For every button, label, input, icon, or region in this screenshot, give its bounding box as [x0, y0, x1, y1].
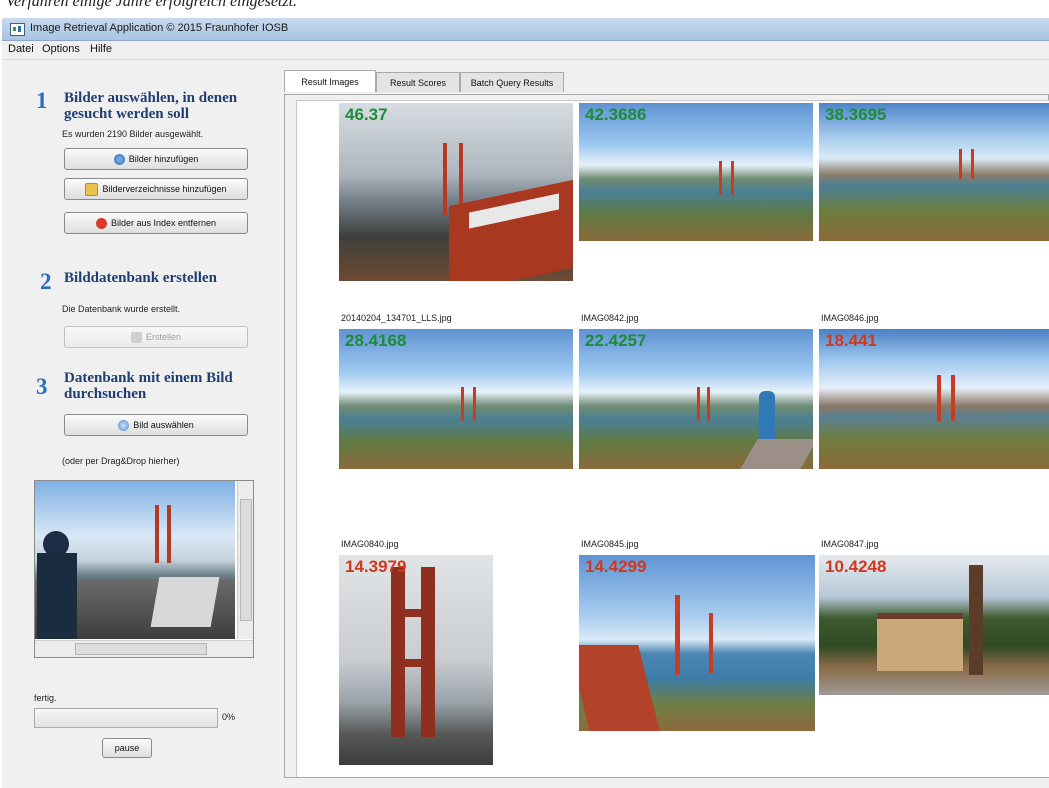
drag-drop-hint: (oder per Drag&Drop hierher)	[62, 456, 180, 466]
step1-status: Es wurden 2190 Bilder ausgewählt.	[62, 129, 204, 139]
preview-vertical-scrollbar[interactable]	[237, 481, 253, 639]
title-bar: Image Retrieval Application © 2015 Fraun…	[2, 18, 1049, 41]
result-image[interactable]: 42.3686	[579, 103, 813, 241]
step2-status: Die Datenbank wurde erstellt.	[62, 304, 181, 314]
result-filename: 20140204_134701_LLS.jpg	[341, 313, 452, 323]
result-score: 10.4248	[825, 557, 887, 576]
add-directories-button[interactable]: Bilderverzeichnisse hinzufügen	[64, 178, 248, 200]
result-image[interactable]: 18.441	[819, 329, 1049, 469]
result-score: 42.3686	[585, 105, 647, 124]
step3-heading-line1: Datenbank mit einem Bild	[64, 370, 233, 386]
add-images-label: Bilder hinzufügen	[128, 154, 199, 164]
progress-percent: 0%	[222, 712, 236, 722]
tab-result-images-label: Result Images	[301, 76, 359, 87]
pause-label: pause	[114, 743, 140, 753]
vertical-scroll-thumb[interactable]	[240, 499, 252, 621]
result-image[interactable]: 14.3979	[339, 555, 493, 765]
step3-number: 3	[36, 374, 48, 399]
step3-heading-line2: durchsuchen	[64, 386, 147, 402]
status-text: fertig.	[34, 693, 57, 703]
result-score: 38.3695	[825, 105, 887, 124]
window-title: Image Retrieval Application © 2015 Fraun…	[30, 22, 289, 34]
tab-batch-query-results[interactable]: Batch Query Results	[460, 72, 564, 92]
create-database-label: Erstellen	[145, 332, 181, 342]
caption-text: Verfahren einige Jahre erfolgreich einge…	[6, 0, 298, 10]
select-image-button[interactable]: Bild auswählen	[64, 414, 248, 436]
result-score: 18.441	[825, 331, 877, 350]
remove-from-index-button[interactable]: Bilder aus Index entfernen	[64, 212, 248, 234]
result-score: 46.37	[345, 105, 388, 124]
create-database-button[interactable]: Erstellen	[64, 326, 248, 348]
step2-heading: Bilddatenbank erstellen	[64, 270, 217, 286]
result-score: 14.4299	[585, 557, 647, 576]
step1-heading-line2: gesucht werden soll	[64, 106, 189, 122]
add-images-button[interactable]: Bilder hinzufügen	[64, 148, 248, 170]
select-image-label: Bild auswählen	[133, 420, 194, 430]
step1-number: 1	[36, 88, 48, 113]
folder-icon	[85, 182, 99, 196]
result-image[interactable]: 38.3695	[819, 103, 1049, 241]
result-filename: IMAG0847.jpg	[821, 539, 879, 549]
tab-result-images[interactable]: Result Images	[284, 70, 376, 92]
result-image[interactable]: 22.4257	[579, 329, 813, 469]
result-filename: IMAG0846.jpg	[821, 313, 879, 323]
article-caption: Verfahren einige Jahre erfolgreich einge…	[0, 0, 1049, 18]
step1-heading-line1: Bilder auswählen, in denen	[64, 90, 238, 106]
globe-icon	[113, 153, 125, 165]
query-photo	[35, 481, 235, 639]
result-score: 14.3979	[345, 557, 407, 576]
magnifier-icon	[118, 419, 130, 431]
remove-from-index-label: Bilder aus Index entfernen	[110, 218, 217, 228]
result-filename: IMAG0845.jpg	[581, 539, 639, 549]
step2-number: 2	[40, 269, 52, 294]
result-image[interactable]: 14.4299	[579, 555, 815, 731]
result-image[interactable]: 10.4248	[819, 555, 1049, 695]
tab-result-scores[interactable]: Result Scores	[376, 72, 460, 92]
preview-horizontal-scrollbar[interactable]	[35, 640, 253, 657]
pause-button[interactable]: pause	[102, 738, 152, 758]
result-score: 28.4168	[345, 331, 407, 350]
query-image-preview[interactable]	[34, 480, 254, 658]
result-filename: IMAG0840.jpg	[341, 539, 399, 549]
tab-result-scores-label: Result Scores	[389, 77, 447, 88]
database-icon	[130, 331, 142, 343]
add-directories-label: Bilderverzeichnisse hinzufügen	[102, 184, 227, 194]
result-images-grid: 46.37 42.3686 38.3695 20140204_134701_LL…	[296, 100, 1049, 777]
result-tabs: Result Images Result Scores Batch Query …	[284, 70, 584, 94]
result-score: 22.4257	[585, 331, 647, 350]
result-image[interactable]: 28.4168	[339, 329, 573, 469]
result-filename: IMAG0842.jpg	[581, 313, 639, 323]
result-image[interactable]: 46.37	[339, 103, 573, 281]
tab-batch-query-results-label: Batch Query Results	[470, 77, 554, 88]
app-icon	[10, 23, 25, 36]
remove-icon	[95, 217, 107, 229]
horizontal-scroll-thumb[interactable]	[75, 643, 207, 655]
progress-bar	[34, 708, 218, 728]
